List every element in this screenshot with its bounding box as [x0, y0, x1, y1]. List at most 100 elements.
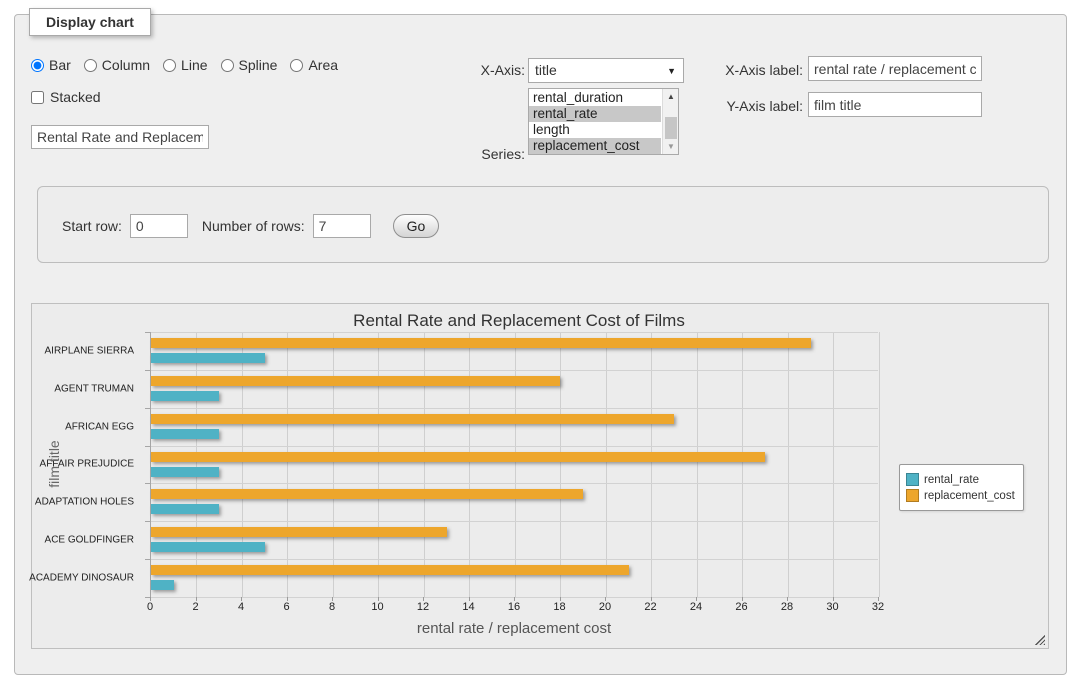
- legend-swatch: [906, 473, 919, 486]
- bar-replacement_cost[interactable]: [151, 338, 811, 348]
- gridline: [151, 408, 878, 409]
- tick-label: 22: [631, 601, 671, 613]
- series-option-length[interactable]: length: [529, 122, 661, 138]
- tick-mark: [145, 521, 150, 522]
- gridline: [788, 332, 789, 597]
- radio-bar-input[interactable]: [31, 59, 44, 72]
- bar-replacement_cost[interactable]: [151, 376, 560, 386]
- chart-container: Rental Rate and Replacement Cost of Film…: [31, 303, 1049, 649]
- yaxis-field-label: Y-Axis label:: [705, 98, 803, 114]
- chart-title: Rental Rate and Replacement Cost of Film…: [32, 311, 1006, 331]
- tick-label: 30: [813, 601, 853, 613]
- scrollbar-thumb[interactable]: [665, 117, 677, 139]
- tick-label: 12: [403, 601, 443, 613]
- stacked-checkbox-row[interactable]: Stacked: [31, 89, 101, 105]
- xaxis-title: rental rate / replacement cost: [150, 620, 878, 637]
- row-range-panel: Start row: Number of rows: Go: [37, 186, 1049, 263]
- radio-spline-label: Spline: [239, 57, 278, 73]
- category-label: ADAPTATION HOLES: [35, 497, 134, 508]
- radio-spline[interactable]: Spline: [221, 57, 278, 73]
- series-option-replacement_cost[interactable]: replacement_cost: [529, 138, 661, 154]
- series-option-rental_rate[interactable]: rental_rate: [529, 106, 661, 122]
- legend-label: rental_rate: [924, 474, 979, 486]
- scroll-up-icon[interactable]: ▲: [663, 89, 679, 104]
- tick-mark: [145, 370, 150, 371]
- plot-area: [150, 332, 878, 597]
- bar-rental_rate[interactable]: [151, 580, 174, 590]
- tick-label: 28: [767, 601, 807, 613]
- tick-mark: [145, 446, 150, 447]
- xaxis-select-label: X-Axis:: [463, 62, 525, 78]
- xaxis-field-label: X-Axis label:: [705, 62, 803, 78]
- gridline: [378, 332, 379, 597]
- series-option-rental_duration[interactable]: rental_duration: [529, 90, 661, 106]
- gridline: [151, 446, 878, 447]
- bar-replacement_cost[interactable]: [151, 452, 765, 462]
- num-rows-input[interactable]: [313, 214, 371, 238]
- tick-mark: [145, 408, 150, 409]
- radio-line-input[interactable]: [163, 59, 176, 72]
- category-label: AGENT TRUMAN: [54, 384, 134, 395]
- go-button[interactable]: Go: [393, 214, 440, 238]
- tick-label: 10: [358, 601, 398, 613]
- gridline: [151, 370, 878, 371]
- gridline: [424, 332, 425, 597]
- bar-replacement_cost[interactable]: [151, 489, 583, 499]
- radio-bar[interactable]: Bar: [31, 57, 71, 73]
- gridline: [697, 332, 698, 597]
- tick-label: 26: [722, 601, 762, 613]
- tick-label: 20: [585, 601, 625, 613]
- chart-title-input[interactable]: [31, 125, 209, 149]
- gridline: [833, 332, 834, 597]
- resize-grip-icon[interactable]: [1035, 635, 1045, 645]
- xaxis-select[interactable]: title ▼: [528, 58, 684, 83]
- legend-swatch: [906, 489, 919, 502]
- yaxis-label-input[interactable]: [808, 92, 982, 117]
- category-label: ACADEMY DINOSAUR: [29, 573, 134, 584]
- gridline: [515, 332, 516, 597]
- fieldset-legend: Display chart: [29, 8, 151, 36]
- bar-rental_rate[interactable]: [151, 504, 219, 514]
- radio-line-label: Line: [181, 57, 207, 73]
- radio-column[interactable]: Column: [84, 57, 150, 73]
- start-row-label: Start row:: [62, 218, 122, 234]
- stacked-checkbox[interactable]: [31, 91, 44, 104]
- radio-column-input[interactable]: [84, 59, 97, 72]
- display-chart-fieldset: Display chart Bar Column Line Spline Are…: [14, 14, 1067, 675]
- bar-replacement_cost[interactable]: [151, 527, 447, 537]
- bar-rental_rate[interactable]: [151, 391, 219, 401]
- tick-mark: [145, 483, 150, 484]
- tick-mark: [145, 559, 150, 560]
- yaxis-title: film title: [46, 440, 62, 487]
- radio-line[interactable]: Line: [163, 57, 207, 73]
- bar-rental_rate[interactable]: [151, 429, 219, 439]
- tick-label: 4: [221, 601, 261, 613]
- radio-area-input[interactable]: [290, 59, 303, 72]
- bar-rental_rate[interactable]: [151, 542, 265, 552]
- tick-label: 24: [676, 601, 716, 613]
- gridline: [333, 332, 334, 597]
- tick-label: 16: [494, 601, 534, 613]
- scroll-down-icon[interactable]: ▼: [663, 139, 679, 154]
- category-label: AIRPLANE SIERRA: [45, 346, 134, 357]
- gridline: [469, 332, 470, 597]
- gridline: [606, 332, 607, 597]
- series-multiselect[interactable]: rental_durationrental_ratelengthreplacem…: [528, 88, 679, 155]
- gridline: [879, 332, 880, 597]
- bar-replacement_cost[interactable]: [151, 414, 674, 424]
- bar-rental_rate[interactable]: [151, 467, 219, 477]
- gridline: [742, 332, 743, 597]
- start-row-input[interactable]: [130, 214, 188, 238]
- xaxis-label-input[interactable]: [808, 56, 982, 81]
- series-scrollbar[interactable]: ▲ ▼: [662, 89, 678, 154]
- radio-spline-input[interactable]: [221, 59, 234, 72]
- gridline: [651, 332, 652, 597]
- legend-item-rental_rate[interactable]: rental_rate: [906, 473, 1015, 486]
- radio-bar-label: Bar: [49, 57, 71, 73]
- bar-rental_rate[interactable]: [151, 353, 265, 363]
- bar-replacement_cost[interactable]: [151, 565, 629, 575]
- legend-item-replacement_cost[interactable]: replacement_cost: [906, 489, 1015, 502]
- tick-label: 6: [267, 601, 307, 613]
- radio-area[interactable]: Area: [290, 57, 338, 73]
- gridline: [560, 332, 561, 597]
